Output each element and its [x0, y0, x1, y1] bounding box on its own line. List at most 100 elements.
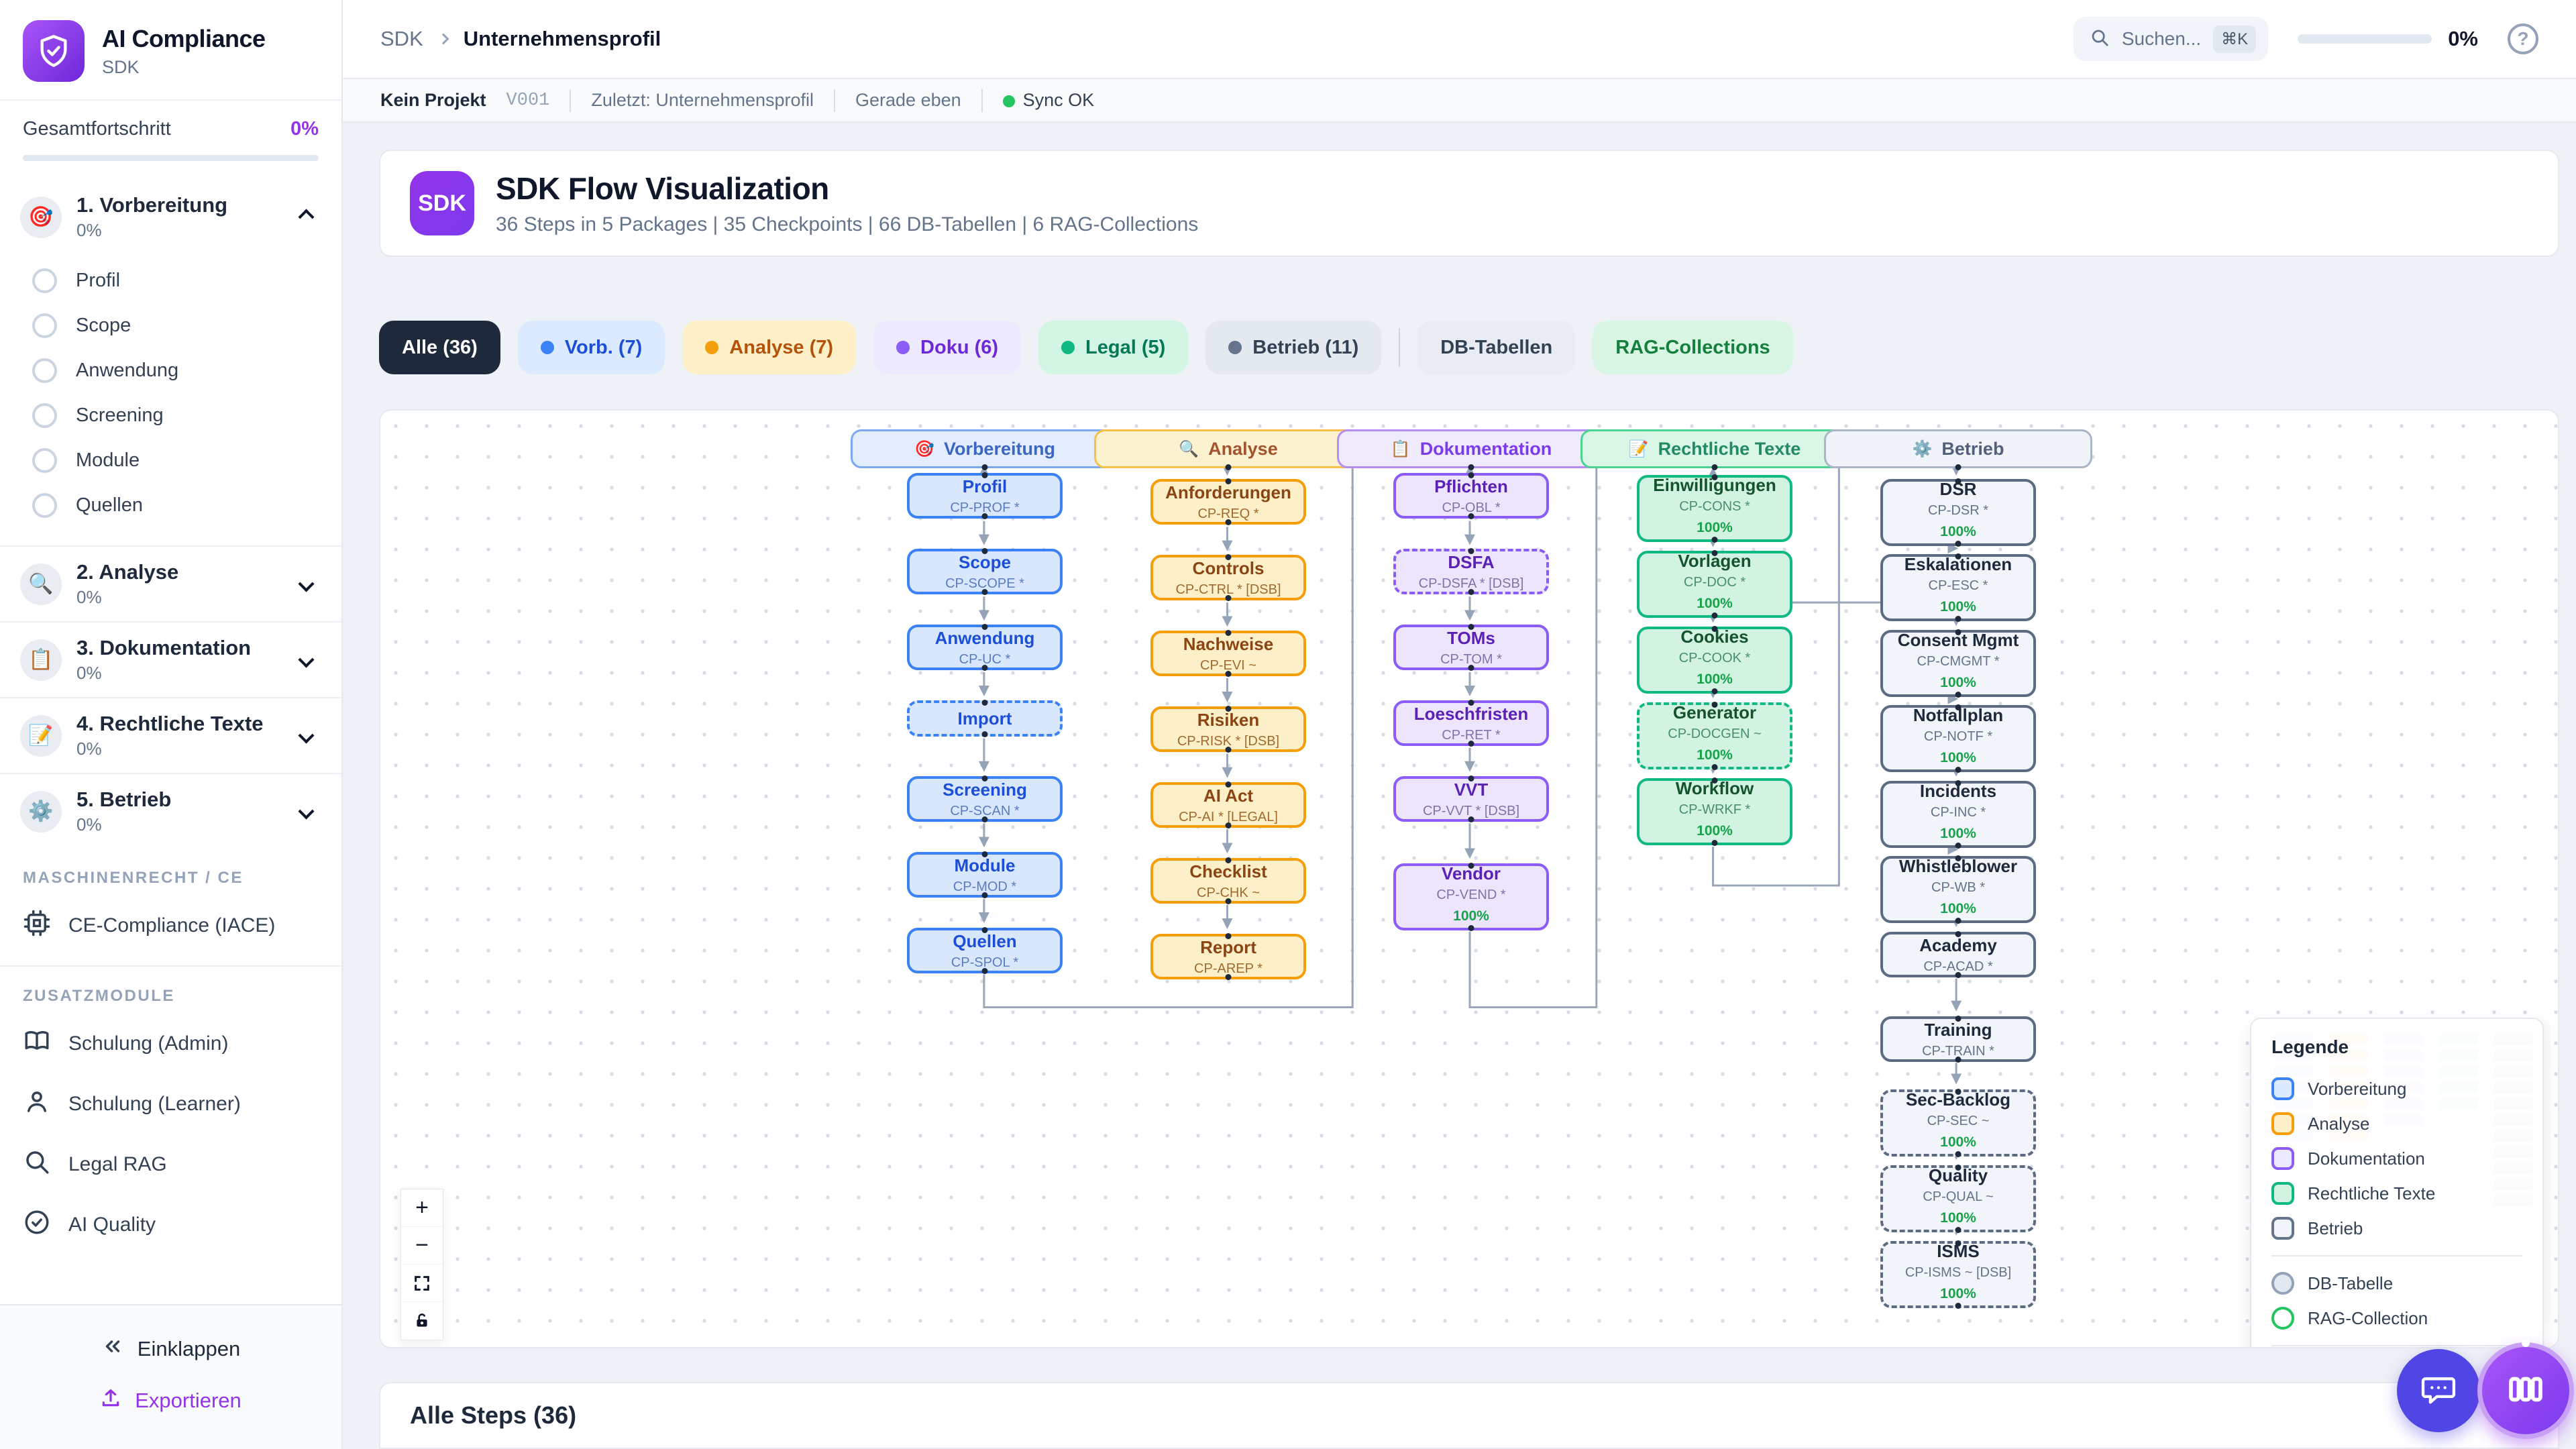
sidebar-section-5[interactable]: ⚙️ 5. Betrieb 0%: [20, 788, 321, 835]
flow-node-ai-act[interactable]: AI ActCP-AI * [LEGAL]: [1150, 782, 1306, 828]
legend-label: Rechtliche Texte: [2308, 1183, 2435, 1204]
flow-node-controls[interactable]: ControlsCP-CTRL * [DSB]: [1150, 555, 1306, 600]
node-title: Whistleblower: [1899, 856, 2017, 877]
chat-button[interactable]: [2397, 1349, 2480, 1432]
legend-label: DB-Tabelle: [2308, 1273, 2393, 1294]
flow-node-risiken[interactable]: RisikenCP-RISK * [DSB]: [1150, 706, 1306, 752]
filter-chip-betrieb-11[interactable]: Betrieb (11): [1205, 321, 1381, 374]
flow-node-incidents[interactable]: IncidentsCP-INC *100%: [1880, 781, 2036, 848]
step-radio[interactable]: [32, 493, 57, 518]
sidebar-section-2[interactable]: 🔍 2. Analyse 0%: [20, 560, 321, 608]
flow-node-anforderungen[interactable]: AnforderungenCP-REQ *: [1150, 479, 1306, 525]
sidebar-item-legal-rag[interactable]: Legal RAG: [0, 1134, 341, 1195]
flow-node-import[interactable]: Import: [907, 700, 1063, 737]
flow-node-profil[interactable]: ProfilCP-PROF *: [907, 473, 1063, 519]
search-input[interactable]: Suchen... ⌘K: [2074, 17, 2268, 61]
flow-node-generator[interactable]: GeneratorCP-DOCGEN ~100%: [1637, 702, 1792, 769]
node-title: VVT: [1454, 780, 1489, 800]
chip-dot: [896, 341, 910, 354]
export-button[interactable]: Exportieren: [0, 1375, 341, 1426]
last-time: Gerade eben: [855, 90, 961, 111]
group-header-analyse[interactable]: 🔍Analyse: [1094, 429, 1362, 468]
group-header-vorbereitung[interactable]: 🎯Vorbereitung: [851, 429, 1119, 468]
node-progress-value: 100%: [1940, 826, 1976, 842]
node-title: Scope: [959, 552, 1011, 573]
filter-chip-legal-5[interactable]: Legal (5): [1038, 321, 1188, 374]
legend-swatch: [2271, 1077, 2294, 1100]
flow-node-consent-mgmt[interactable]: Consent MgmtCP-CMGMT *100%: [1880, 630, 2036, 697]
sidebar-item-schulung-learner[interactable]: Schulung (Learner): [0, 1074, 341, 1134]
filter-chip-doku-6[interactable]: Doku (6): [873, 321, 1021, 374]
flow-node-anwendung[interactable]: AnwendungCP-UC *: [907, 625, 1063, 670]
sidebar-item-screening[interactable]: Screening: [32, 393, 321, 438]
sidebar-item-anwendung[interactable]: Anwendung: [32, 348, 321, 393]
collapse-sidebar-button[interactable]: Einklappen: [0, 1323, 341, 1375]
lock-icon[interactable]: [401, 1302, 443, 1340]
flow-node-sec-backlog[interactable]: Sec-BacklogCP-SEC ~100%: [1880, 1089, 2036, 1157]
node-code: CP-SCAN *: [950, 804, 1019, 819]
step-radio[interactable]: [32, 268, 57, 293]
flow-node-screening[interactable]: Screening CP-SCAN *: [907, 776, 1063, 822]
flow-canvas[interactable]: Legende VorbereitungAnalyseDokumentation…: [379, 409, 2559, 1348]
step-radio[interactable]: [32, 403, 57, 428]
flow-node-module[interactable]: ModuleCP-MOD *: [907, 852, 1063, 898]
node-title: Screening: [943, 780, 1027, 800]
help-icon[interactable]: ?: [2508, 23, 2538, 54]
flow-node-quality[interactable]: QualityCP-QUAL ~100%: [1880, 1165, 2036, 1232]
group-emoji-icon: 🎯: [914, 439, 934, 459]
flow-node-cookies[interactable]: CookiesCP-COOK *100%: [1637, 627, 1792, 694]
flow-node-whistleblower[interactable]: WhistleblowerCP-WB *100%: [1880, 856, 2036, 923]
flow-node-einwilligungen[interactable]: EinwilligungenCP-CONS *100%: [1637, 475, 1792, 542]
step-radio[interactable]: [32, 313, 57, 338]
flow-node-vorlagen[interactable]: VorlagenCP-DOC *100%: [1637, 551, 1792, 618]
flow-node-academy[interactable]: AcademyCP-ACAD *: [1880, 932, 2036, 977]
flow-node-quellen[interactable]: QuellenCP-SPOL *: [907, 928, 1063, 973]
chip-dot: [1228, 341, 1242, 354]
sidebar-section-4[interactable]: 📝 4. Rechtliche Texte 0%: [20, 712, 321, 759]
group-header-betrieb[interactable]: ⚙️Betrieb: [1824, 429, 2092, 468]
flow-node-eskalationen[interactable]: EskalationenCP-ESC *100%: [1880, 554, 2036, 621]
flow-node-checklist[interactable]: ChecklistCP-CHK ~: [1150, 858, 1306, 904]
flow-node-loeschfristen[interactable]: LoeschfristenCP-RET *: [1393, 700, 1549, 746]
sidebar-section-1[interactable]: 🎯 1. Vorbereitung 0%: [20, 193, 321, 241]
flow-node-nachweise[interactable]: NachweiseCP-EVI ~: [1150, 631, 1306, 676]
filter-chip-alle-36[interactable]: Alle (36): [379, 321, 500, 374]
flow-node-toms[interactable]: TOMsCP-TOM *: [1393, 625, 1549, 670]
node-code: CP-WB *: [1931, 880, 1985, 896]
filter-chip-analyse-7[interactable]: Analyse (7): [682, 321, 856, 374]
flow-node-vvt[interactable]: VVTCP-VVT * [DSB]: [1393, 776, 1549, 822]
flow-node-training[interactable]: TrainingCP-TRAIN *: [1880, 1016, 2036, 1062]
group-header-rechtliche-texte[interactable]: 📝Rechtliche Texte: [1580, 429, 1849, 468]
flow-node-dsr[interactable]: DSRCP-DSR *100%: [1880, 479, 2036, 546]
flow-node-pflichten[interactable]: PflichtenCP-OBL *: [1393, 473, 1549, 519]
flow-node-notfallplan[interactable]: NotfallplanCP-NOTF *100%: [1880, 705, 2036, 772]
sidebar-item-scope[interactable]: Scope: [32, 303, 321, 348]
breadcrumb-root[interactable]: SDK: [380, 27, 423, 51]
zoom-in-button[interactable]: +: [401, 1189, 443, 1227]
flow-node-dsfa[interactable]: DSFACP-DSFA * [DSB]: [1393, 549, 1549, 594]
filter-chip-vorb-7[interactable]: Vorb. (7): [518, 321, 665, 374]
filter-chip-rag-collections[interactable]: RAG-Collections: [1593, 321, 1792, 374]
flow-node-report[interactable]: ReportCP-AREP *: [1150, 934, 1306, 979]
step-radio[interactable]: [32, 448, 57, 473]
step-radio[interactable]: [32, 358, 57, 383]
double-chevron-left-icon: [101, 1335, 124, 1363]
filter-chip-db-tabellen[interactable]: DB-Tabellen: [1417, 321, 1575, 374]
node-progress-value: 100%: [1697, 823, 1733, 839]
flow-node-workflow[interactable]: WorkflowCP-WRKF *100%: [1637, 778, 1792, 845]
flow-node-isms[interactable]: ISMSCP-ISMS ~ [DSB]100%: [1880, 1241, 2036, 1308]
sidebar-item-profil[interactable]: Profil: [32, 258, 321, 303]
group-header-dokumentation[interactable]: 📋Dokumentation: [1337, 429, 1605, 468]
columns-panel-button[interactable]: [2477, 1342, 2574, 1439]
sidebar-item-ce-compliance[interactable]: CE-Compliance (IACE): [0, 896, 341, 956]
fit-view-button[interactable]: [401, 1265, 443, 1302]
node-title: Vorlagen: [1678, 551, 1751, 572]
sidebar-item-schulung-admin[interactable]: Schulung (Admin): [0, 1014, 341, 1074]
sidebar-item-module[interactable]: Module: [32, 438, 321, 483]
flow-node-vendor[interactable]: VendorCP-VEND *100%: [1393, 863, 1549, 930]
sidebar-item-ai-quality[interactable]: AI Quality: [0, 1195, 341, 1255]
zoom-out-button[interactable]: −: [401, 1227, 443, 1265]
sidebar-section-3[interactable]: 📋 3. Dokumentation 0%: [20, 636, 321, 684]
sidebar-item-quellen[interactable]: Quellen: [32, 483, 321, 528]
flow-node-scope[interactable]: ScopeCP-SCOPE *: [907, 549, 1063, 594]
